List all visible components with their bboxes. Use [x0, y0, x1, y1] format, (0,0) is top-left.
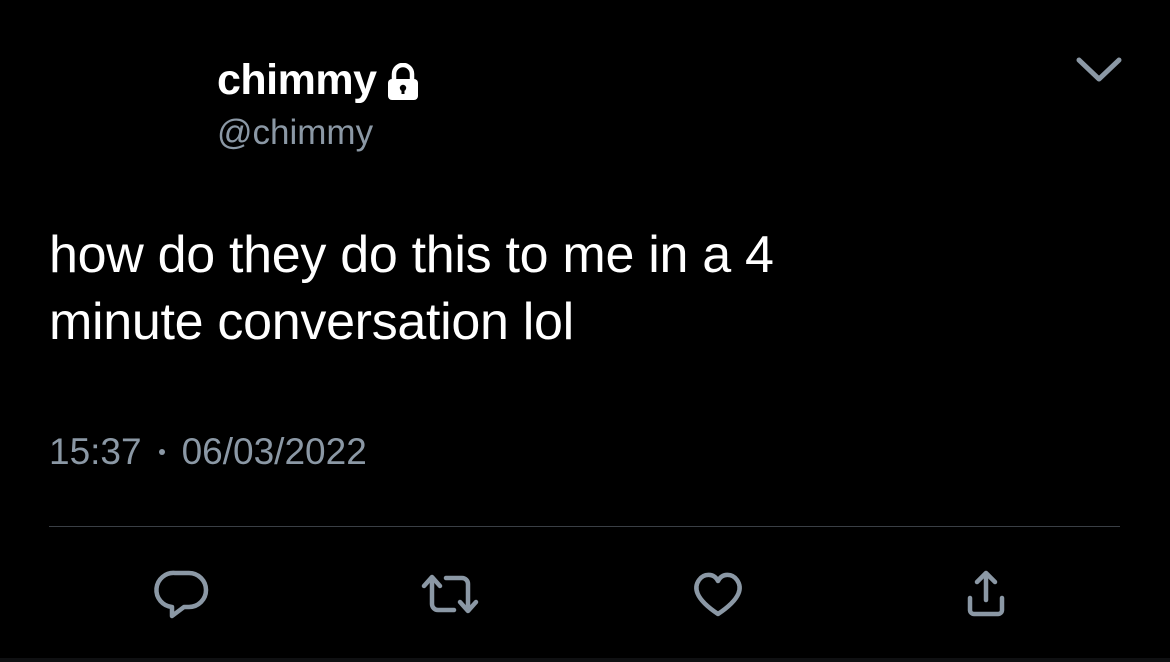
tweet-timestamp[interactable]: 15:37 06/03/2022 — [49, 428, 367, 476]
separator-dot — [158, 449, 165, 455]
avatar[interactable] — [48, 52, 188, 162]
heart-icon — [694, 572, 742, 617]
share-icon — [967, 570, 1005, 617]
chevron-down-icon — [1076, 57, 1122, 82]
lock-icon — [386, 62, 420, 101]
retweet-icon — [421, 574, 479, 614]
tweet-text-line-1: how do they do this to me in a 4 — [49, 226, 774, 284]
tweet-time: 15:37 — [49, 431, 142, 472]
name-row: chimmy — [217, 52, 420, 108]
user-handle[interactable]: @chimmy — [217, 110, 420, 156]
divider — [49, 526, 1120, 527]
tweet-card: chimmy @chimmy how do they do this to me… — [0, 0, 1170, 662]
reply-icon — [154, 570, 209, 619]
tweet-text-line-2: minute conversation lol — [49, 293, 574, 351]
tweet-date: 06/03/2022 — [181, 431, 367, 472]
bottom-edge — [0, 658, 1170, 662]
retweet-button[interactable] — [418, 566, 482, 622]
tweet-text: how do they do this to me in a 4 minute … — [49, 222, 1119, 356]
like-button[interactable] — [686, 566, 750, 622]
reply-button[interactable] — [150, 566, 214, 622]
share-button[interactable] — [954, 566, 1018, 622]
more-options-button[interactable] — [1074, 52, 1124, 88]
tweet-header: chimmy @chimmy — [217, 52, 420, 156]
display-name[interactable]: chimmy — [217, 52, 377, 108]
